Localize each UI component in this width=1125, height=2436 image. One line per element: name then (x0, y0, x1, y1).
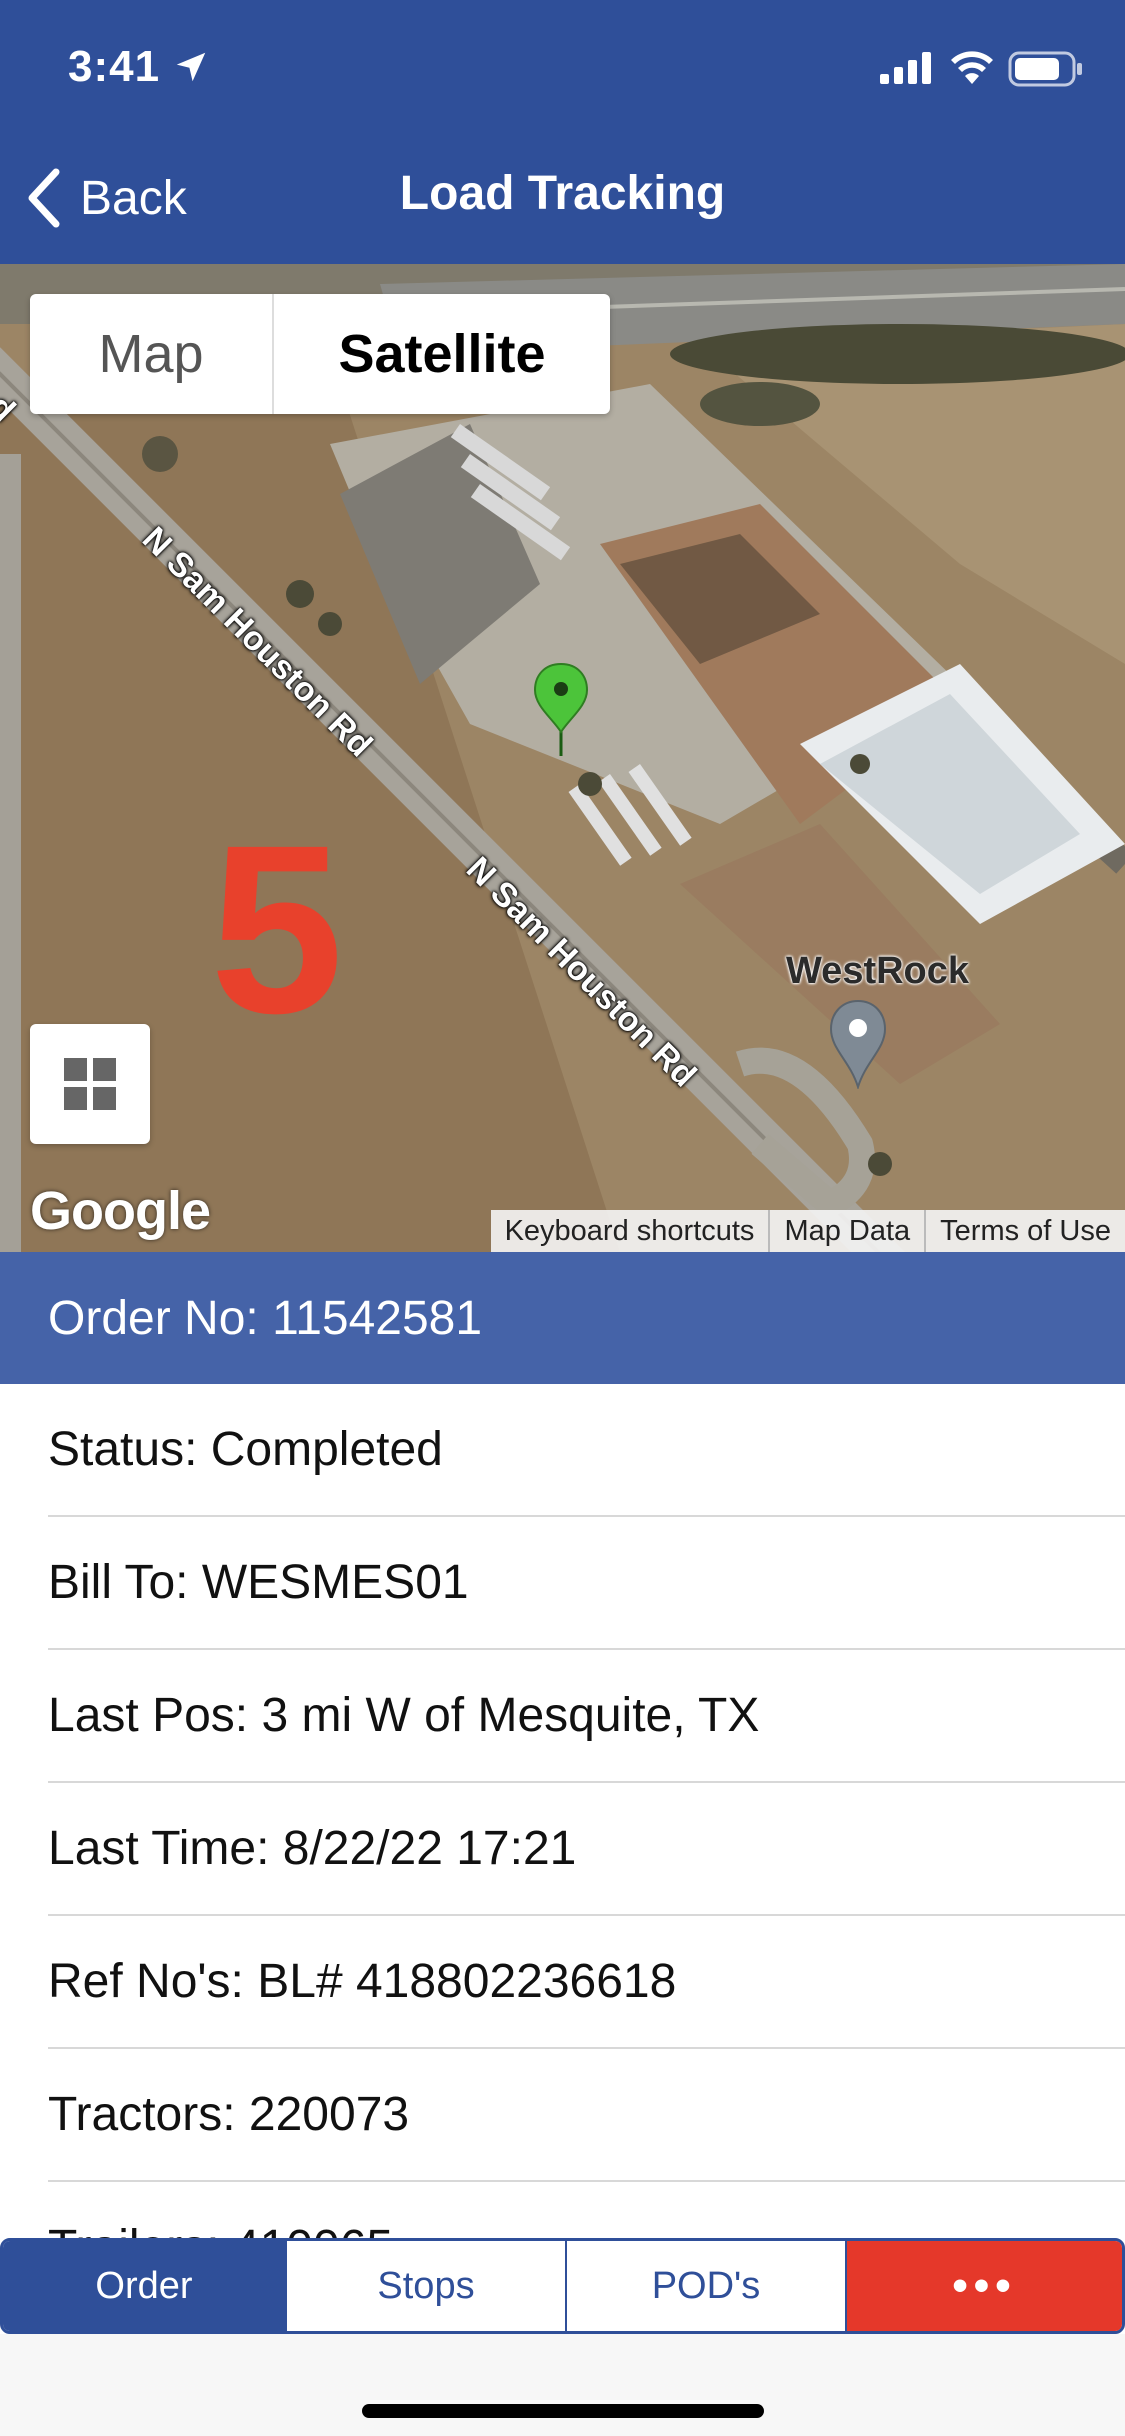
home-indicator[interactable] (362, 2404, 764, 2418)
app-header: 3:41 Back Load Tracking (0, 0, 1125, 264)
status-bar: 3:41 (0, 0, 1125, 132)
satellite-option[interactable]: Satellite (274, 294, 610, 414)
bottom-tab-bar: Order Stops POD's ••• (0, 2238, 1125, 2334)
battery-icon (1008, 51, 1082, 87)
order-number-header: Order No: 11542581 (0, 1252, 1125, 1384)
google-logo: Google (30, 1181, 211, 1241)
tractors-row: Tractors: 220073 (48, 2049, 1125, 2182)
reference-numbers-row: Ref No's: BL# 418802236618 (48, 1916, 1125, 2049)
tab-pods[interactable]: POD's (565, 2241, 845, 2331)
order-details-list[interactable]: Status: Completed Bill To: WESMES01 Last… (0, 1384, 1125, 2240)
cellular-signal-icon (880, 52, 931, 84)
map-attribution: Keyboard shortcuts Map Data Terms of Use (490, 1210, 1125, 1252)
more-options-tab[interactable]: ••• (845, 2241, 1122, 2331)
poi-label[interactable]: WestRock (786, 950, 969, 993)
location-arrow-icon (176, 52, 206, 82)
satellite-map[interactable]: Map Satellite d N Sam Houston Rd N Sam H… (0, 264, 1125, 1252)
trailers-row: Trailers: 410065 (48, 2182, 1125, 2240)
map-data-link[interactable]: Map Data (768, 1210, 924, 1252)
bill-to-row: Bill To: WESMES01 (48, 1517, 1125, 1650)
last-time-row: Last Time: 8/22/22 17:21 (48, 1783, 1125, 1916)
overlay-number: 5 (210, 795, 344, 1063)
tab-stops[interactable]: Stops (285, 2241, 565, 2331)
keyboard-shortcuts-link[interactable]: Keyboard shortcuts (491, 1210, 769, 1252)
grid-icon (64, 1058, 116, 1110)
status-row: Status: Completed (48, 1384, 1125, 1517)
terms-of-use-link[interactable]: Terms of Use (924, 1210, 1125, 1252)
map-type-toggle[interactable]: Map Satellite (30, 294, 610, 414)
map-option[interactable]: Map (30, 294, 274, 414)
map-layers-button[interactable] (30, 1024, 150, 1144)
wifi-icon (951, 51, 993, 84)
last-position-row: Last Pos: 3 mi W of Mesquite, TX (48, 1650, 1125, 1783)
home-indicator-area (0, 2334, 1125, 2436)
truck-location-pin-icon[interactable] (532, 662, 590, 758)
poi-pin-icon[interactable] (828, 999, 888, 1089)
page-title: Load Tracking (399, 167, 726, 220)
status-time: 3:41 (68, 42, 161, 91)
navigation-bar: Back Load Tracking (0, 132, 1125, 264)
tab-order[interactable]: Order (3, 2241, 285, 2331)
